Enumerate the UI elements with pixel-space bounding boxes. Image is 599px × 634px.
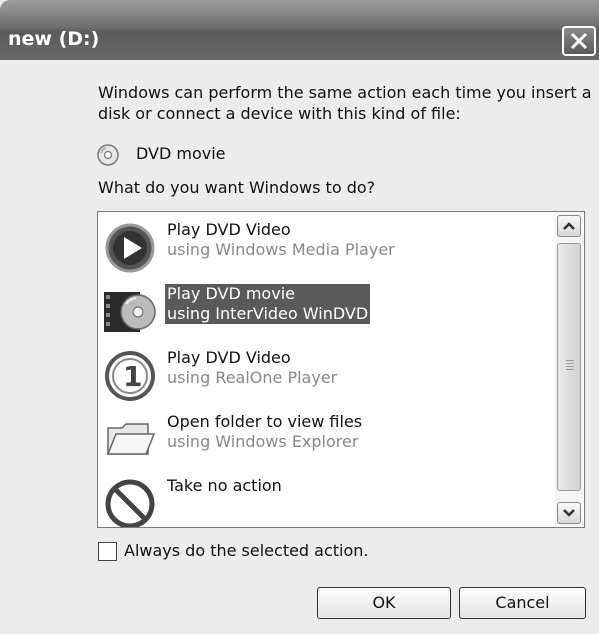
grip-line [566, 363, 574, 364]
action-subtitle: using Windows Explorer [167, 432, 359, 451]
list-item-text: Open folder to view files using Windows … [167, 412, 362, 452]
list-item-text: Play DVD movie using InterVideo WinDVD [165, 284, 371, 324]
dialog-body: Windows can perform the same action each… [0, 60, 599, 634]
grip-line [566, 366, 574, 367]
windows-media-player-icon [105, 223, 155, 273]
close-icon [570, 32, 588, 50]
realone-player-icon: 1 [105, 351, 155, 401]
list-item-text: Play DVD Video using Windows Media Playe… [167, 220, 395, 260]
ok-button[interactable]: OK [317, 587, 451, 619]
chevron-down-icon [563, 509, 575, 517]
cancel-button[interactable]: Cancel [459, 587, 586, 619]
action-subtitle: using Windows Media Player [167, 240, 395, 259]
list-item-windows-explorer[interactable]: Open folder to view files using Windows … [98, 406, 553, 470]
action-subtitle: using InterVideo WinDVD [167, 304, 369, 323]
windvd-icon [104, 292, 156, 332]
grip-line [566, 360, 574, 361]
always-do-label[interactable]: Always do the selected action. [124, 541, 369, 560]
close-button[interactable] [562, 26, 596, 56]
list-scrollbar[interactable] [555, 213, 583, 526]
list-item-text: Play DVD Video using RealOne Player [167, 348, 337, 388]
chevron-up-icon [563, 222, 575, 230]
action-title: Open folder to view files [167, 412, 363, 431]
action-title: Play DVD Video [167, 220, 291, 239]
description-text: Windows can perform the same action each… [98, 83, 592, 123]
scroll-thumb[interactable] [557, 243, 581, 491]
scroll-up-button[interactable] [557, 215, 581, 237]
question-text: What do you want Windows to do? [98, 178, 376, 197]
action-list[interactable]: Play DVD Video using Windows Media Playe… [97, 211, 585, 528]
action-title: Play DVD Video [167, 348, 291, 367]
list-item-windvd[interactable]: Play DVD movie using InterVideo WinDVD [98, 278, 553, 342]
svg-text:1: 1 [123, 360, 142, 393]
folder-icon [106, 423, 156, 455]
title-bar[interactable]: new (D:) [0, 0, 599, 60]
no-action-icon [105, 479, 155, 527]
action-title: Take no action [167, 476, 282, 495]
list-item-take-no-action[interactable]: Take no action [98, 470, 553, 527]
action-title: Play DVD movie [167, 284, 295, 303]
grip-line [566, 369, 574, 370]
media-type-label: DVD movie [136, 144, 226, 163]
action-subtitle: using RealOne Player [167, 368, 338, 387]
list-item-text: Take no action [167, 476, 282, 496]
window-title: new (D:) [8, 28, 100, 50]
always-do-checkbox[interactable] [98, 542, 117, 561]
list-item-windows-media-player[interactable]: Play DVD Video using Windows Media Playe… [98, 214, 553, 278]
list-item-realone-player[interactable]: 1 Play DVD Video using RealOne Player [98, 342, 553, 406]
scroll-down-button[interactable] [557, 502, 581, 524]
dvd-disc-icon [97, 144, 119, 166]
